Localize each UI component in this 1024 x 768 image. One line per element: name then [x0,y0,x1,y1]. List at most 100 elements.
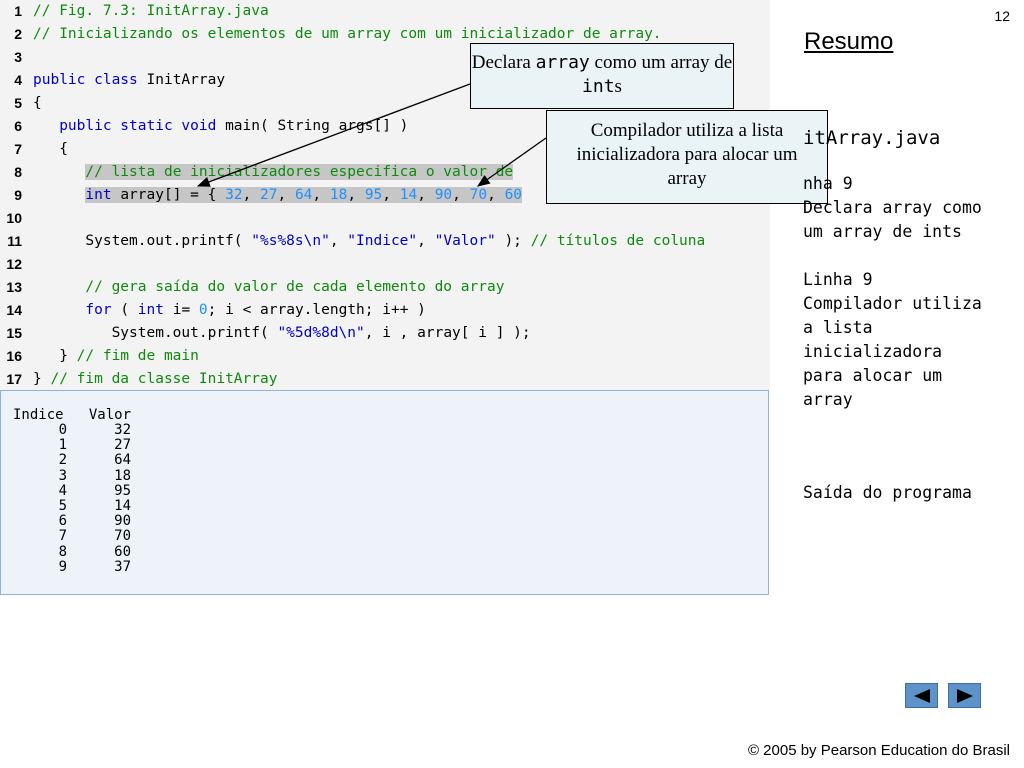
code-token: } [33,348,77,364]
line-number: 6 [14,118,22,134]
output-value: 90 [114,513,131,530]
code-line: 15 System.out.printf( "%5d%8d\n", i , ar… [0,322,770,345]
sidebar-file-name: itArray.java [803,127,941,149]
code-text: } // fim de main [33,345,199,368]
line-number: 9 [14,187,22,203]
output-row: 7 70 [13,529,153,544]
sidebar-line9a-text: Declara array como um array de ints [803,198,982,241]
sidebar-notes: itArray.java nha 9 Declara array como um a… [803,126,1024,426]
code-token: // fim de main [76,348,199,364]
code-token: "%s%8s\n" [251,233,330,249]
code-body: // gera saída do valor de cada elemento … [33,279,504,295]
code-token: i= [164,302,199,318]
code-token: // Fig. 7.3: InitArray.java [33,3,269,19]
output-row: 1 27 [13,438,153,453]
code-token: , [452,187,470,203]
output-header: Indice Valor [13,407,132,423]
code-text: // gera saída do valor de cada elemento … [33,276,504,299]
code-token: ); [495,233,531,249]
code-token: , [242,187,261,203]
output-row: 6 90 [13,514,153,529]
code-token: 64 [294,187,313,203]
code-text: // lista de inicializadores especifica o… [33,161,514,184]
code-body: // Fig. 7.3: InitArray.java [33,3,269,19]
output-value: 37 [114,558,131,575]
code-line: 12 [0,253,770,276]
highlighted-code: int array[] = { 32, 27, 64, 18, 95, 14, … [85,187,523,203]
code-token: main( String args[] ) [225,118,409,134]
program-output-panel: Indice Valor 0 32 1 27 2 64 3 18 4 95 5 14 6 90 7 70 8 60… [0,390,769,595]
line-number: 2 [14,26,22,42]
line-number: 7 [14,141,22,157]
line-number: 5 [14,95,22,111]
callout-declare-code2: int [582,76,615,97]
line-number: 8 [14,164,22,180]
code-token: System.out.printf( [33,233,252,249]
sidebar-line9b-text: Compilador utiliza a lista inicializador… [803,294,982,409]
code-body: // Inicializando os elementos de um arra… [33,26,662,42]
previous-slide-button[interactable] [905,683,938,708]
code-token: , [382,187,400,203]
code-token: , [487,187,505,203]
code-text: public static void main( String args[] ) [33,115,408,138]
output-value: 14 [114,498,131,514]
output-row: 4 95 [13,483,153,499]
code-body: public class InitArray [33,72,225,88]
highlighted-code: // lista de inicializadores especifica o… [85,164,514,180]
code-body: for ( int i= 0; i < array.length; i++ ) [33,302,426,318]
code-body: public static void main( String args[] ) [33,118,408,134]
code-token: // lista de inicializadores especifica o… [85,164,514,180]
code-token: 60 [504,187,523,203]
code-body: { [33,141,68,157]
line-number: 17 [6,371,22,387]
sidebar-line9a-label: nha 9 [803,174,853,193]
code-token: 27 [260,187,278,203]
triangle-right-icon [956,688,973,703]
code-text: { [33,138,68,161]
code-token: 14 [399,187,418,203]
code-token: , [417,187,435,203]
code-token: for [85,302,112,318]
code-text: public class InitArray [33,69,225,92]
output-value: 60 [114,543,131,560]
code-token: "%5d%8d\n" [277,325,365,341]
code-token: } [33,371,51,387]
code-token: , [347,187,365,203]
code-token: "Indice" [347,233,418,249]
code-token: System.out.printf( [33,325,278,341]
code-token: , [417,233,435,249]
output-row: 2 64 [13,453,153,468]
output-row: 0 32 [13,423,153,438]
code-line: 17} // fim da classe InitArray [0,368,770,391]
callout-declare-code1: array [535,52,590,73]
code-text: for ( int i= 0; i < array.length; i++ ) [33,299,426,322]
code-token: , [277,187,295,203]
callout-declare-array: Declara array como um array de ints [470,43,734,109]
code-text: // Fig. 7.3: InitArray.java [33,0,269,23]
code-text: System.out.printf( "%s%8s\n", "Indice", … [33,230,705,253]
output-value: 70 [114,528,131,545]
line-number: 16 [6,348,22,364]
code-text: { [33,92,42,115]
output-row: 9 37 [13,558,153,575]
line-number: 15 [6,325,22,341]
code-token: { [33,95,42,111]
code-token: , i , array[ i ] ); [364,325,531,341]
code-token: ( [111,302,138,318]
code-token: "Valor" [434,233,496,249]
output-row: 3 18 [13,468,153,484]
code-token: ; i < array.length; i++ ) [207,302,426,318]
output-value: 32 [114,422,131,438]
next-slide-button[interactable] [948,683,981,708]
code-token: { [33,141,68,157]
triangle-left-icon [913,688,930,703]
output-value: 64 [114,452,131,469]
code-token: 95 [364,187,383,203]
code-line: 11 System.out.printf( "%s%8s\n", "Indice… [0,230,770,253]
line-number: 1 [14,3,22,19]
code-body: { [33,95,42,111]
